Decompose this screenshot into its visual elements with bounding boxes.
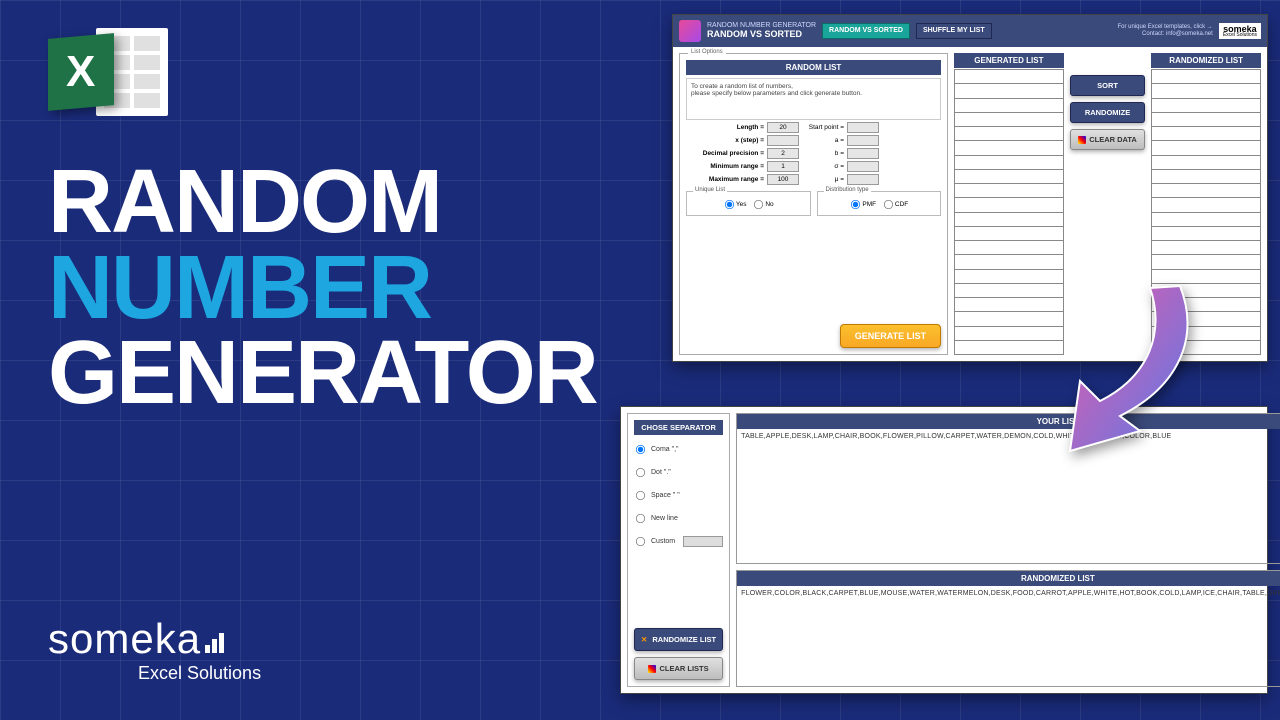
start-label: Start point = [802,124,844,131]
shuffle-icon: ✕ [641,635,647,644]
title-line-2: NUMBER [48,246,597,332]
header-contact: Contact: info@someka.net [1117,31,1212,38]
sigma-label: σ = [802,163,844,170]
someka-logo: someka Excel Solutions [48,615,261,684]
separator-panel: CHOSE SEPARATOR Coma "," Dot "." Space "… [627,413,730,687]
list-options-legend: List Options [688,49,726,55]
randomize-list-button[interactable]: ✕ RANDOMIZE LIST [634,628,723,651]
nav-shuffle-list[interactable]: SHUFFLE MY LIST [916,23,992,38]
custom-sep-input[interactable] [683,536,723,547]
randomized-list-box: RANDOMIZED LIST FLOWER,COLOR,BLACK,CARPE… [736,570,1280,687]
generated-list-header: GENERATED LIST [954,53,1064,68]
description-box: To create a random list of numbers, plea… [686,78,941,120]
bars-icon [205,631,227,653]
mu-label: μ = [802,176,844,183]
length-input[interactable]: 20 [767,122,799,133]
clear-lists-button[interactable]: CLEAR LISTS [634,657,723,680]
dist-cdf[interactable]: CDF [882,201,908,208]
randomized-list-rows[interactable] [1151,69,1261,355]
dice-icon [679,20,701,42]
minrange-label: Minimum range = [686,163,764,170]
xstep-input[interactable] [767,135,799,146]
excel-icon: X [48,22,168,122]
generated-list-column: GENERATED LIST [954,53,1064,355]
randomize-button[interactable]: RANDOMIZE [1070,102,1146,123]
sep-newline[interactable]: New line [634,512,723,525]
dist-pmf[interactable]: PMF [849,201,876,208]
decimal-label: Decimal precision = [686,150,764,157]
someka-sub: Excel Solutions [138,663,261,684]
middle-actions: SORT RANDOMIZE CLEAR DATA [1070,53,1146,355]
generate-list-button[interactable]: GENERATE LIST [840,324,941,348]
clear-data-button[interactable]: CLEAR DATA [1070,129,1146,150]
generated-list-rows[interactable] [954,69,1064,355]
someka-brand: someka [48,615,201,662]
b-input[interactable] [847,148,879,159]
nav-random-sorted[interactable]: RANDOM VS SORTED [822,23,910,38]
distribution-panel: Distribution type PMF CDF [817,191,942,216]
a-label: a = [802,137,844,144]
unique-yes[interactable]: Yes [723,201,747,208]
decimal-input[interactable]: 2 [767,148,799,159]
random-list-header: RANDOM LIST [686,60,941,75]
brush-icon [1078,136,1086,144]
sep-custom[interactable]: Custom [634,535,723,548]
random-vs-sorted-app: RANDOM NUMBER GENERATOR RANDOM VS SORTED… [672,14,1268,362]
maxrange-input[interactable]: 100 [767,174,799,185]
unique-list-panel: Unique List Yes No [686,191,811,216]
xstep-label: x (step) = [686,137,764,144]
sep-space[interactable]: Space " " [634,489,723,502]
your-list-title: YOUR LIST [737,414,1280,429]
randomized-list-header: RANDOMIZED LIST [1151,53,1261,68]
your-list-box: YOUR LIST TABLE,APPLE,DESK,LAMP,CHAIR,BO… [736,413,1280,564]
sort-button[interactable]: SORT [1070,75,1146,96]
length-label: Length = [686,124,764,131]
title-line-1: RANDOM [48,160,597,246]
header-big: RANDOM VS SORTED [707,30,816,40]
maxrange-label: Maximum range = [686,176,764,183]
rand-list-title: RANDOMIZED LIST [737,571,1280,586]
unique-no[interactable]: No [752,201,773,208]
minrange-input[interactable]: 1 [767,161,799,172]
a-input[interactable] [847,135,879,146]
promo-title: RANDOM NUMBER GENERATOR [48,160,597,417]
brush-icon [648,665,656,673]
mu-input[interactable] [847,174,879,185]
b-label: b = [802,150,844,157]
list-options-panel: List Options RANDOM LIST To create a ran… [679,53,948,355]
sigma-input[interactable] [847,161,879,172]
separator-title: CHOSE SEPARATOR [634,420,723,435]
start-input[interactable] [847,122,879,133]
randomized-list-column: RANDOMIZED LIST [1151,53,1261,355]
your-list-content[interactable]: TABLE,APPLE,DESK,LAMP,CHAIR,BOOK,FLOWER,… [737,429,1280,509]
title-line-3: GENERATOR [48,331,597,417]
shuffle-list-app: CHOSE SEPARATOR Coma "," Dot "." Space "… [620,406,1268,694]
sep-dot[interactable]: Dot "." [634,466,723,479]
excel-x: X [66,47,95,97]
app-header: RANDOM NUMBER GENERATOR RANDOM VS SORTED… [673,15,1267,47]
header-link-text: For unique Excel templates, click → [1117,24,1212,31]
sep-coma[interactable]: Coma "," [634,443,723,456]
rand-list-content[interactable]: FLOWER,COLOR,BLACK,CARPET,BLUE,MOUSE,WAT… [737,586,1280,666]
someka-header-tag[interactable]: someka Excel Solutions [1219,23,1261,40]
